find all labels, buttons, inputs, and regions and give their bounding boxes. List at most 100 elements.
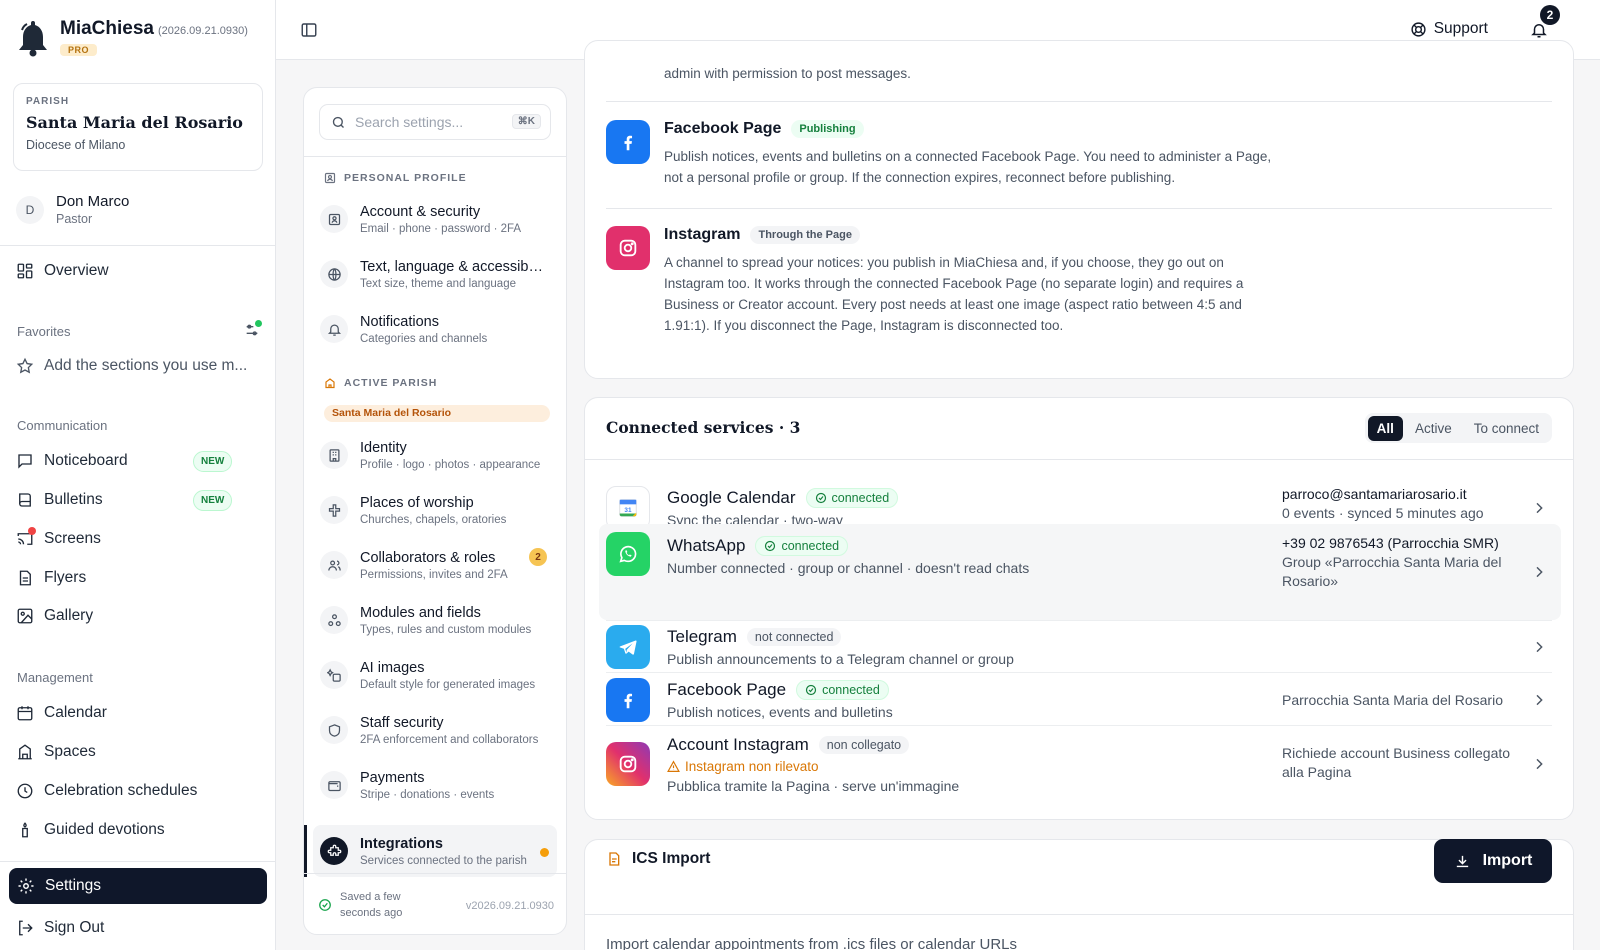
puzzle-icon [320,837,348,865]
settings-item-identity[interactable]: Identity Profile · logo · photos · appear… [320,431,556,479]
favorites-hint-label: Add the sections you use m... [44,357,248,374]
channel-badge: Publishing [791,120,864,138]
log-out-icon [16,919,34,937]
nav-noticeboard[interactable]: Noticeboard [16,449,128,473]
check-circle-icon [805,684,817,696]
settings-item-subtitle: Profile · logo · photos · appearance [360,458,541,471]
favorites-hint[interactable]: Add the sections you use m... [16,354,247,378]
pro-badge: PRO [60,44,98,56]
nav-bulletins[interactable]: Bulletins [16,488,103,512]
settings-item-integrations[interactable]: Integrations Services connected to the pa… [320,827,556,875]
divider [606,208,1552,209]
channel-badge: Through the Page [750,226,860,244]
wallet-icon [320,771,348,799]
telegram-icon [606,625,650,669]
service-requirement: Richiede account Business collegato alla… [1282,745,1511,780]
service-description: Pubblica tramite la Pagina · serve un'im… [667,777,960,794]
filter-active[interactable]: Active [1405,416,1462,441]
favorites-dot [255,320,262,327]
brand-version: (2026.09.21.0930) [157,25,248,37]
service-row-telegram[interactable]: Telegram not connected Publish announceme… [599,624,1561,670]
import-button[interactable]: Import [1434,839,1552,883]
users-icon [320,551,348,579]
settings-item-subtitle: Text size, theme and language [360,277,516,290]
divider [0,861,276,862]
service-name: Google Calendar [667,488,796,507]
chevron-right-icon [1531,756,1547,772]
channel-title: Facebook Page [664,120,782,137]
settings-item-collaborators[interactable]: Collaborators & roles Permissions, invite… [320,541,556,589]
settings-item-subtitle: Types, rules and custom modules [360,623,532,636]
settings-item-title: Text, language & accessibility [360,258,544,275]
nav-spaces[interactable]: Spaces [16,740,96,764]
settings-item-subtitle: Churches, chapels, oratories [360,513,507,526]
star-icon [16,357,34,375]
nav-calendar[interactable]: Calendar [16,701,107,725]
service-row-facebook-page[interactable]: Facebook Page connected Publish notices, … [599,677,1561,723]
settings-item-payments[interactable]: Payments Stripe · donations · events [320,761,556,809]
nav-overview[interactable]: Overview [16,259,109,283]
status-badge: connected [796,680,889,700]
nav-flyers[interactable]: Flyers [16,566,86,590]
channels-panel: admin with permission to post messages. … [584,40,1574,379]
user-square-icon [320,205,348,233]
warning-icon [667,759,680,773]
nav-gallery[interactable]: Gallery [16,604,93,628]
settings-search[interactable]: Search settings... ⌘K [319,104,551,140]
parish-card[interactable]: PARISH Santa Maria del Rosario Diocese o… [13,83,263,171]
settings-item-modules[interactable]: Modules and fields Types, rules and custo… [320,596,556,644]
settings-nav: Search settings... ⌘K PERSONAL PROFILE A… [303,87,567,935]
nav-calendar-label: Calendar [44,704,107,721]
settings-item-title: Staff security [360,714,444,731]
status-dot [540,848,549,857]
settings-item-subtitle: Permissions, invites and 2FA [360,568,508,581]
support-button[interactable]: Support [1410,20,1488,38]
settings-item-notifications[interactable]: Notifications Categories and channels [320,305,556,353]
user-profile[interactable]: D Don Marco Pastor [16,193,129,226]
settings-item-ai-images[interactable]: AI images Default style for generated ima… [320,651,556,699]
sparkle-image-icon [320,661,348,689]
service-description: Number connected · group or channel · do… [667,560,1030,576]
pending-count-badge: 2 [529,548,547,566]
settings-item-staff-security[interactable]: Staff security 2FA enforcement and collab… [320,706,556,754]
connected-services-panel: Connected services · 3 All Active To con… [584,397,1574,820]
instagram-icon [606,742,650,786]
nav-celebration-schedules[interactable]: Celebration schedules [16,779,197,803]
service-name: Telegram [667,627,737,646]
settings-item-account[interactable]: Account & security Email · phone · passwo… [320,195,556,243]
nav-settings[interactable]: Settings [9,868,267,904]
bell-icon [320,315,348,343]
service-description: Publish announcements to a Telegram chan… [667,651,1014,667]
service-row-whatsapp[interactable]: WhatsApp connected Number connected · gro… [599,524,1561,620]
ics-header: ICS Import [606,850,710,868]
service-name: WhatsApp [667,536,746,555]
nav-guided-devotions[interactable]: Guided devotions [16,818,165,842]
service-sync-status: 0 events · synced 5 minutes ago [1282,505,1484,521]
service-group: Group «Parrocchia Santa Maria del Rosari… [1282,554,1502,589]
service-row-instagram[interactable]: Account Instagram non collegato Instagram… [599,729,1561,799]
shield-icon [320,716,348,744]
globe-icon [320,260,348,288]
favorites-label: Favorites [17,324,71,339]
filter-to-connect[interactable]: To connect [1464,416,1549,441]
nav-screens[interactable]: Screens [16,527,101,551]
nav-sign-out[interactable]: Sign Out [16,916,104,940]
connected-services-title: Connected services · 3 [606,418,801,437]
active-parish-chip: Santa Maria del Rosario [324,405,550,422]
app-version: v2026.09.21.0930 [465,900,554,912]
filter-all[interactable]: All [1367,415,1403,441]
channel-description: Publish notices, events and bulletins on… [664,149,1272,185]
notifications-count: 2 [1540,5,1560,25]
nav-screens-label: Screens [44,530,101,547]
cross-icon [320,496,348,524]
settings-item-text-language[interactable]: Text, language & accessibility Text size,… [320,250,556,298]
settings-item-places[interactable]: Places of worship Churches, chapels, orat… [320,486,556,534]
service-phone: +39 02 9876543 (Parrocchia SMR) [1282,535,1499,551]
settings-item-title: Collaborators & roles [360,549,496,566]
nav-sign-out-label: Sign Out [44,919,105,936]
sidebar-toggle-icon[interactable] [300,21,318,39]
chevron-right-icon [1531,500,1547,516]
brand[interactable]: MiaChiesa (2026.09.21.0930) PRO [16,18,248,58]
instagram-icon [606,226,650,270]
file-icon [606,851,622,867]
